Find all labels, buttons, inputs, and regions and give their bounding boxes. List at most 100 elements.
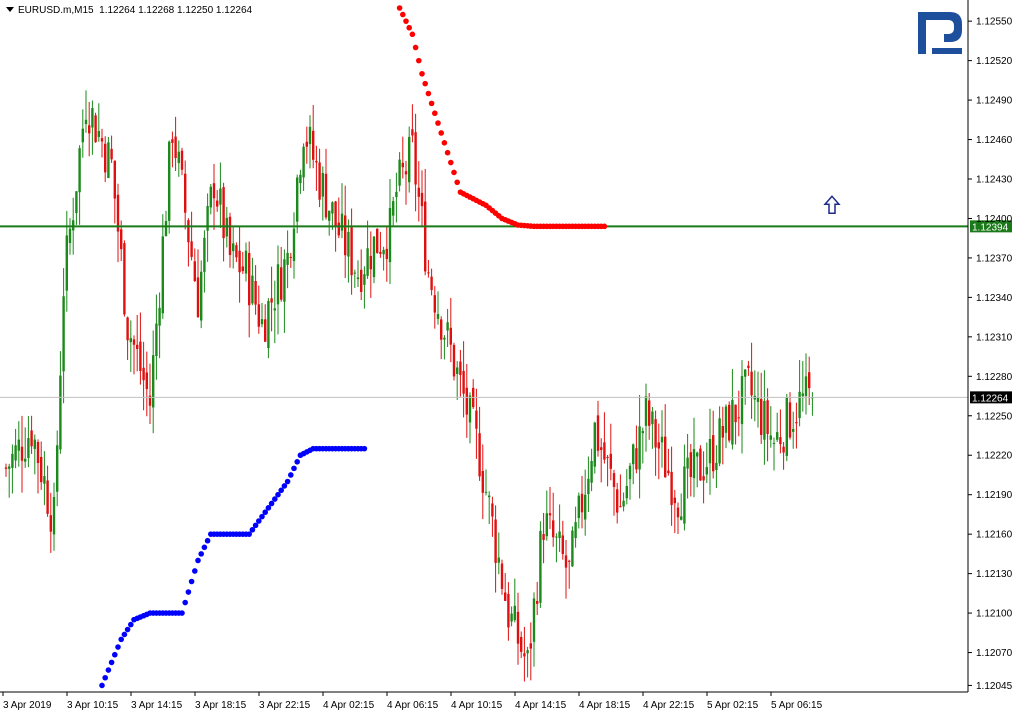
candle-body — [724, 406, 728, 433]
candle-body — [420, 192, 424, 207]
candle-body — [692, 449, 696, 479]
candle-body — [139, 341, 142, 371]
candle-body — [104, 143, 107, 173]
candle-body — [155, 323, 158, 357]
candle-body — [404, 171, 408, 175]
candle-body — [11, 453, 14, 468]
candle-body — [222, 187, 225, 239]
x-tick-label: 3 Apr 2019 — [3, 700, 52, 711]
candle-body — [561, 535, 564, 555]
y-tick-label: 1.12340 — [976, 293, 1013, 304]
y-tick-label: 1.12370 — [976, 253, 1013, 264]
sar-dot — [105, 667, 112, 673]
candle-body — [385, 248, 388, 260]
candle-body — [100, 138, 104, 142]
candle-body — [705, 467, 708, 475]
sar-dot — [195, 557, 201, 564]
candle-body — [324, 173, 328, 218]
candle-body — [539, 530, 542, 603]
candle-body — [238, 250, 241, 273]
candle-body — [305, 141, 308, 147]
dropdown-triangle-icon[interactable] — [6, 7, 14, 12]
sar-dot — [124, 626, 131, 633]
candle-body — [196, 277, 200, 317]
candle-body — [129, 338, 132, 343]
x-tick-label: 4 Apr 10:15 — [451, 700, 503, 711]
sar-dot — [185, 589, 192, 595]
candle-body — [737, 417, 740, 419]
candle-body — [628, 465, 632, 480]
candle-body — [484, 491, 488, 493]
chart-canvas[interactable]: 1.12394 1.12264 1.12550 1.12520 1.12490 1.12… — [0, 0, 1013, 714]
candle-body — [481, 471, 484, 493]
candle-body — [337, 222, 340, 236]
y-tick-label: 1.12280 — [976, 372, 1013, 383]
candle-body — [612, 473, 616, 487]
sar-dot — [448, 159, 454, 166]
sar-dot — [419, 70, 425, 77]
candle-body — [427, 272, 430, 274]
sar-dot — [454, 179, 461, 186]
candle-body — [654, 419, 657, 448]
candle-body — [97, 131, 100, 137]
candle-body — [670, 471, 673, 505]
sar-dot — [438, 130, 445, 136]
axes-layer: 1.12550 1.12520 1.12490 1.12460 1.12430 1.124… — [0, 0, 1013, 711]
candle-body — [168, 141, 171, 221]
candle-body — [580, 493, 584, 513]
candle-body — [590, 460, 593, 483]
candle-body — [740, 376, 744, 425]
candle-body — [248, 252, 251, 306]
candle-body — [776, 432, 779, 440]
sar-dot — [192, 568, 198, 574]
candle-body — [507, 593, 510, 628]
candle-body — [286, 252, 289, 265]
sar-dot — [435, 120, 441, 126]
candle-body — [558, 531, 561, 539]
candle-body — [536, 600, 539, 604]
candle-body — [696, 452, 699, 457]
candle-body — [65, 235, 68, 291]
y-tick-label: 1.12045 — [976, 681, 1013, 692]
candle-body — [366, 248, 369, 276]
candle-body — [625, 486, 628, 499]
sar-dot — [188, 578, 195, 585]
candle-body — [158, 307, 161, 326]
candle-body — [808, 372, 811, 389]
lines-layer: 1.123941.12264 — [0, 220, 1012, 404]
candle-body — [49, 515, 52, 532]
candle-body — [59, 375, 62, 450]
candle-body — [718, 418, 721, 464]
candle-body — [203, 237, 206, 272]
candle-body — [219, 188, 222, 205]
candle-body — [43, 476, 46, 484]
candle-body — [728, 404, 731, 441]
candle-body — [424, 201, 427, 272]
candle-body — [27, 438, 30, 458]
candle-body — [75, 191, 78, 214]
candle-body — [555, 536, 558, 538]
candle-body — [392, 201, 395, 216]
candle-body — [529, 643, 532, 649]
candle-body — [235, 245, 238, 258]
candle-body — [232, 243, 235, 252]
candle-body — [475, 410, 478, 429]
candle-body — [17, 439, 20, 451]
candle-body — [254, 280, 257, 305]
x-tick-label: 3 Apr 14:15 — [131, 700, 183, 711]
candle-body — [676, 507, 680, 518]
x-tick-label: 4 Apr 22:15 — [643, 700, 695, 711]
sar-dot — [294, 459, 301, 465]
candle-body — [187, 220, 190, 243]
x-tick-label: 5 Apr 02:15 — [707, 700, 759, 711]
candle-body — [779, 437, 782, 445]
candle-body — [648, 400, 651, 426]
sar-layer — [99, 5, 841, 689]
candle-body — [788, 402, 792, 438]
candle-body — [792, 428, 795, 432]
candle-body — [88, 125, 91, 134]
candle-body — [564, 555, 568, 568]
sar-dot — [432, 110, 438, 117]
price-chart[interactable]: 1.123941.12264 1.125501.125201.124901.12… — [0, 0, 1013, 714]
candle-body — [20, 446, 24, 461]
